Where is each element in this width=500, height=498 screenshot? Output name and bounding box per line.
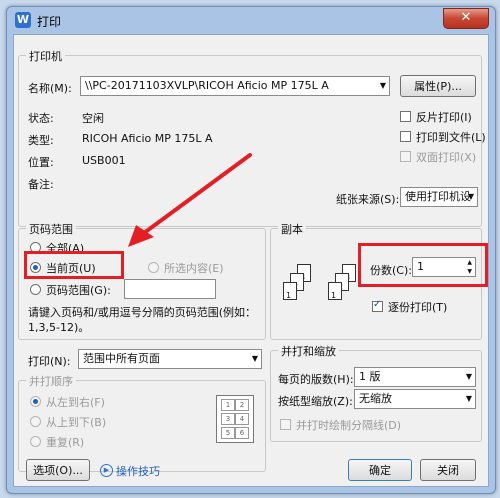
annotation-arrow-icon — [128, 153, 252, 247]
close-window-button[interactable]: ✕ — [443, 8, 489, 29]
dialog-title: 打印 — [37, 15, 62, 29]
dialog-body: 打印机 名称(M): \\PC-20171103XVLP\RICOH Afici… — [13, 34, 489, 487]
print-dialog: W 打印 ✕ 打印机 名称(M): \\PC-20171103XVLP\RICO… — [6, 6, 496, 494]
wps-app-icon: W — [15, 12, 31, 28]
title-bar: W 打印 ✕ — [7, 7, 495, 33]
